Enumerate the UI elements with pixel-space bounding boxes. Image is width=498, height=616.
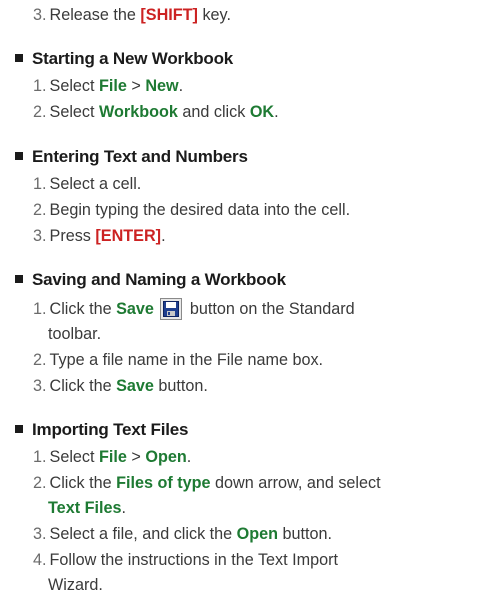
saving-step-1-continued: toolbar.	[48, 325, 102, 343]
entering-step-3: 3. Press [ENTER].	[33, 227, 166, 245]
files-of-type-field: Files of type	[116, 474, 211, 492]
save-command: Save	[116, 377, 154, 395]
new-workbook-step-2: 2. Select Workbook and click OK.	[33, 103, 279, 121]
menu-open: Open	[145, 448, 187, 466]
bullet-square-icon	[15, 425, 23, 433]
saving-step-3: 3. Click the Save button.	[33, 377, 208, 395]
menu-file: File	[99, 448, 127, 466]
step-number: 3.	[33, 6, 47, 24]
workbook-option: Workbook	[99, 103, 178, 121]
heading-entering-text: Entering Text and Numbers	[15, 145, 248, 169]
importing-step-3: 3. Select a file, and click the Open butt…	[33, 525, 333, 543]
ok-command: OK	[249, 103, 275, 121]
open-command: Open	[236, 525, 279, 543]
bullet-square-icon	[15, 275, 23, 283]
release-shift-step: 3. Release the [SHIFT] key.	[33, 6, 231, 24]
importing-step-2-continued: Text Files.	[48, 499, 126, 517]
saving-step-1: 1. Click the Save button on the Standard	[33, 298, 355, 320]
save-disk-icon	[159, 298, 182, 320]
heading-importing: Importing Text Files	[15, 418, 188, 442]
importing-step-2: 2. Click the Files of type down arrow, an…	[33, 474, 381, 492]
shift-key: [SHIFT]	[140, 6, 198, 24]
enter-key: [ENTER]	[95, 227, 162, 245]
quick-reference-page: 3. Release the [SHIFT] key. Starting a Ne…	[0, 0, 498, 616]
bullet-square-icon	[15, 152, 23, 160]
save-command: Save	[116, 300, 154, 318]
new-workbook-step-1: 1. Select File > New.	[33, 77, 184, 95]
menu-file: File	[99, 77, 127, 95]
entering-step-1: 1. Select a cell.	[33, 175, 142, 193]
menu-new: New	[145, 77, 179, 95]
saving-step-2: 2. Type a file name in the File name box.	[33, 351, 324, 369]
importing-step-1: 1. Select File > Open.	[33, 448, 192, 466]
text-files-option: Text Files	[48, 499, 122, 517]
entering-step-2: 2. Begin typing the desired data into the…	[33, 201, 351, 219]
bullet-square-icon	[15, 54, 23, 62]
importing-step-4: 4. Follow the instructions in the Text Im…	[33, 551, 339, 569]
importing-step-4-continued: Wizard.	[48, 576, 103, 594]
heading-new-workbook: Starting a New Workbook	[15, 47, 233, 71]
heading-saving: Saving and Naming a Workbook	[15, 268, 286, 292]
